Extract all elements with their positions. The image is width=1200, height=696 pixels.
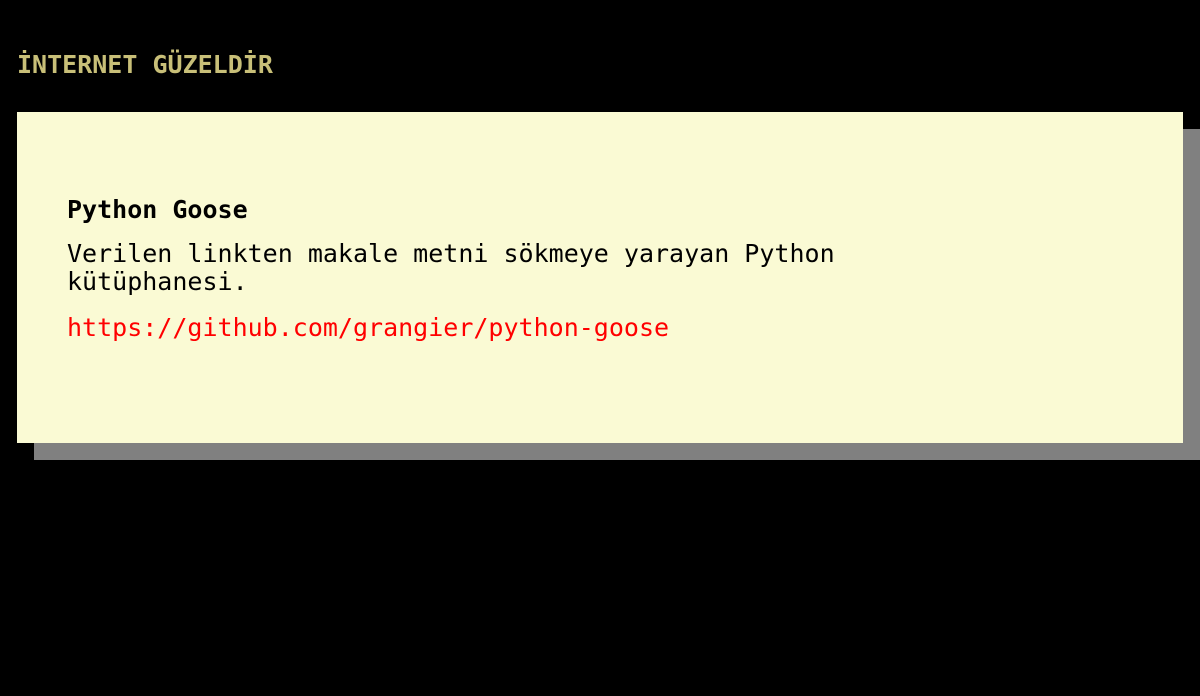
entry-description: Verilen linkten makale metni sökmeye yar… (67, 239, 835, 296)
entry-link[interactable]: https://github.com/grangier/python-goose (67, 312, 669, 344)
site-title[interactable]: İNTERNET GÜZELDİR (17, 48, 273, 82)
entry-title: Python Goose (67, 195, 248, 224)
entry-card: Python Goose Verilen linkten makale metn… (17, 112, 1183, 443)
